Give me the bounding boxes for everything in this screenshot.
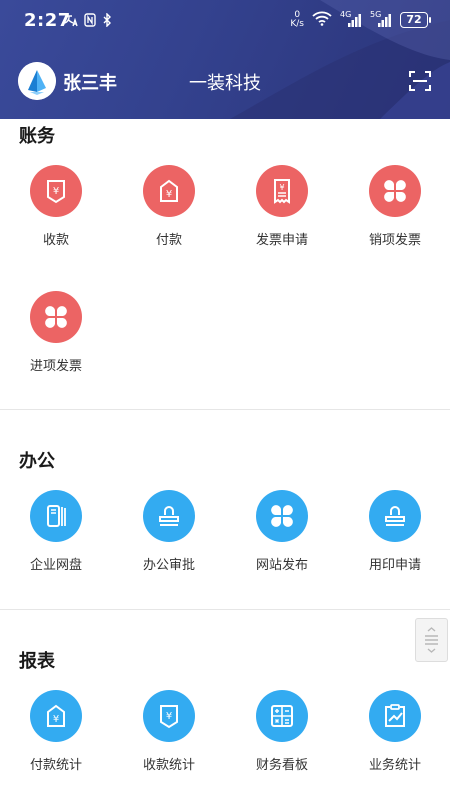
grid-item-receipt[interactable]: ¥ 收款 bbox=[0, 165, 112, 265]
user-name[interactable]: 张三丰 bbox=[63, 69, 117, 95]
section-divider bbox=[0, 409, 450, 410]
grid-label: 收款 bbox=[42, 233, 69, 248]
grid-label: 收款统计 bbox=[142, 758, 195, 773]
net-speed: 0 K/s bbox=[290, 10, 304, 29]
grid-item-sales-invoice[interactable]: 销项发票 bbox=[339, 165, 450, 265]
svg-text:¥: ¥ bbox=[166, 189, 172, 200]
grid-label: 销项发票 bbox=[368, 233, 421, 248]
section-title-reports: 报表 bbox=[19, 651, 55, 672]
grid-label: 财务看板 bbox=[255, 758, 308, 773]
payment-yen-icon: ¥ bbox=[47, 704, 65, 727]
grid-item-payment-stats[interactable]: ¥ 付款统计 bbox=[0, 690, 112, 790]
clover-icon bbox=[45, 306, 67, 328]
drag-handle-icon bbox=[425, 627, 438, 653]
grid-label: 业务统计 bbox=[368, 758, 421, 773]
grid-label: 进项发票 bbox=[29, 359, 82, 374]
grid-item-website-publish[interactable]: 网站发布 bbox=[226, 490, 338, 590]
grid-label: 办公审批 bbox=[142, 558, 195, 573]
calculator-icon bbox=[271, 705, 293, 727]
invoice-request-icon: ¥ bbox=[274, 179, 290, 204]
grid-label: 企业网盘 bbox=[29, 558, 82, 573]
grid-item-office-approval[interactable]: 办公审批 bbox=[113, 490, 225, 590]
scan-icon bbox=[409, 71, 431, 91]
grid-label: 发票申请 bbox=[255, 233, 308, 248]
scroll-handle[interactable] bbox=[415, 618, 448, 662]
receipt-yen-icon: ¥ bbox=[47, 180, 65, 204]
signal-4g-icon: 4G bbox=[340, 10, 362, 28]
svg-text:¥: ¥ bbox=[53, 714, 59, 725]
translate-icon bbox=[64, 13, 78, 32]
grid-item-cloud-drive[interactable]: 企业网盘 bbox=[0, 490, 112, 590]
bluetooth-icon bbox=[102, 12, 112, 32]
grid-item-payment[interactable]: ¥ 付款 bbox=[113, 165, 225, 265]
section-title-finance: 账务 bbox=[19, 126, 55, 147]
approval-stamp-icon bbox=[159, 506, 179, 526]
grid-item-receipt-stats[interactable]: ¥ 收款统计 bbox=[113, 690, 225, 790]
main-content[interactable]: 账务 ¥ 收款 ¥ 付款 ¥ 发票申请 销项发票 进项发票 办公 企业网盘 办公… bbox=[0, 119, 450, 800]
payment-yen-icon: ¥ bbox=[160, 179, 178, 202]
grid-label: 付款 bbox=[155, 233, 182, 248]
section-title-office: 办公 bbox=[19, 451, 55, 472]
section-divider bbox=[0, 609, 450, 610]
nav-bar: 张三丰 一装科技 bbox=[0, 60, 450, 104]
grid-label: 付款统计 bbox=[29, 758, 82, 773]
svg-text:¥: ¥ bbox=[53, 186, 59, 197]
svg-text:¥: ¥ bbox=[166, 711, 172, 722]
grid-item-finance-dashboard[interactable]: 财务看板 bbox=[226, 690, 338, 790]
grid-item-seal-request[interactable]: 用印申请 bbox=[339, 490, 450, 590]
company-logo[interactable] bbox=[18, 62, 56, 100]
scan-button[interactable] bbox=[408, 69, 432, 93]
svg-text:¥: ¥ bbox=[279, 183, 284, 192]
status-bar: 2:27 0 K/s 4G 5G 72 bbox=[0, 0, 450, 44]
grid-label: 网站发布 bbox=[255, 558, 308, 573]
nfc-icon bbox=[84, 13, 96, 32]
grid-label: 用印申请 bbox=[368, 558, 421, 573]
grid-item-purchase-invoice[interactable]: 进项发票 bbox=[0, 291, 112, 391]
battery-indicator: 72 bbox=[400, 12, 431, 28]
clover-icon bbox=[384, 180, 406, 202]
grid-item-business-stats[interactable]: 业务统计 bbox=[339, 690, 450, 790]
grid-item-invoice-request[interactable]: ¥ 发票申请 bbox=[226, 165, 338, 265]
trend-chart-icon bbox=[385, 704, 405, 727]
clover-icon bbox=[271, 505, 293, 527]
cloud-drive-icon bbox=[47, 505, 66, 527]
signal-5g-icon: 5G bbox=[370, 10, 392, 28]
app-header: 2:27 0 K/s 4G 5G 72 张三丰 一装科技 bbox=[0, 0, 450, 119]
seal-stamp-icon bbox=[385, 506, 405, 526]
receipt-yen-icon: ¥ bbox=[160, 705, 178, 729]
wifi-icon bbox=[312, 10, 332, 30]
